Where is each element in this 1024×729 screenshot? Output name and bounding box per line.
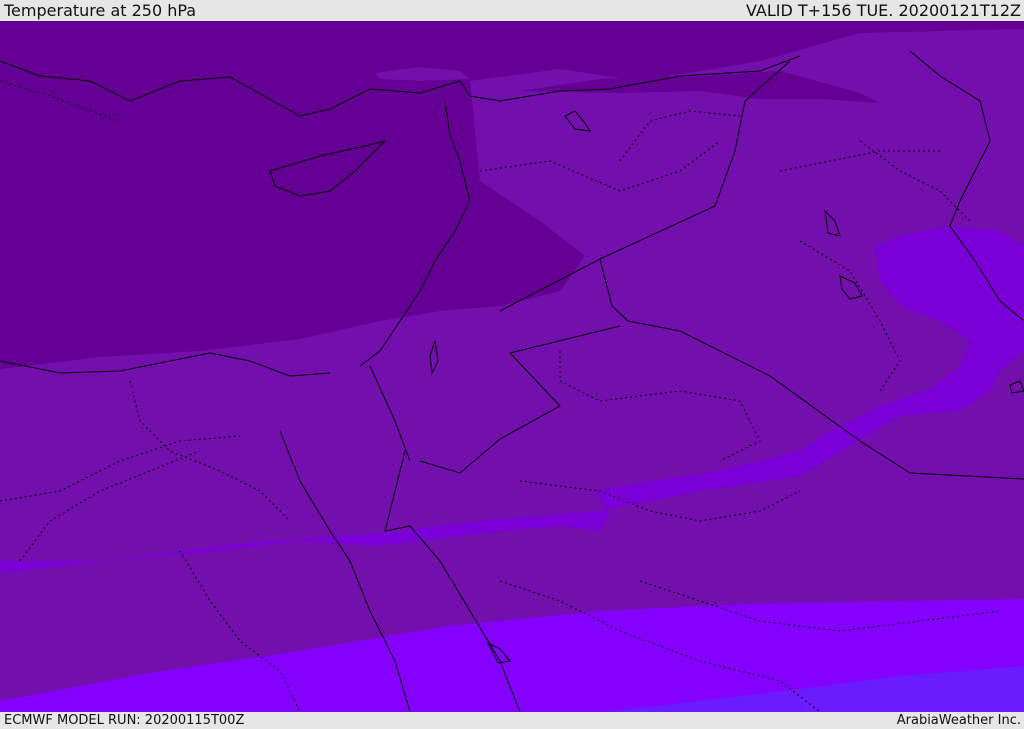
map-title: Temperature at 250 hPa bbox=[4, 1, 197, 20]
map-canvas bbox=[0, 21, 1024, 712]
model-run: ECMWF MODEL RUN: 20200115T00Z bbox=[4, 713, 245, 728]
footer-bar: ECMWF MODEL RUN: 20200115T00Z ArabiaWeat… bbox=[0, 712, 1024, 729]
credit: ArabiaWeather Inc. bbox=[896, 713, 1021, 728]
temperature-map[interactable] bbox=[0, 21, 1024, 712]
header-bar: Temperature at 250 hPa VALID T+156 TUE. … bbox=[0, 0, 1024, 21]
valid-time: VALID T+156 TUE. 20200121T12Z bbox=[745, 1, 1021, 20]
